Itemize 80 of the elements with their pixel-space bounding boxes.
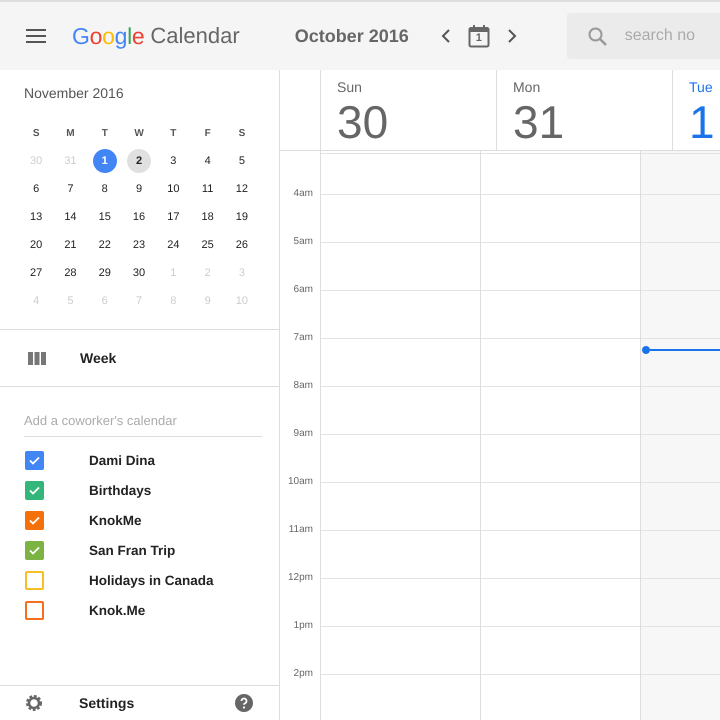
mini-calendar-day[interactable]: 23: [127, 233, 152, 257]
hour-label: 5am: [294, 235, 314, 249]
settings-icon[interactable]: [25, 694, 43, 712]
weekday-label: S: [32, 128, 40, 138]
calendar-name: Knok.Me: [89, 602, 146, 618]
hour-label: 11am: [288, 523, 314, 537]
mini-calendar-day[interactable]: 6: [24, 177, 48, 201]
hour-label: 7am: [294, 331, 314, 345]
mini-calendar-day[interactable]: 20: [24, 233, 48, 257]
mini-calendar-day[interactable]: 2: [127, 149, 152, 173]
search-icon: [588, 26, 607, 46]
weekday-label: T: [170, 128, 176, 138]
today-button[interactable]: 1: [468, 24, 490, 48]
mini-calendar-day[interactable]: 16: [127, 205, 152, 229]
weekday-label: F: [204, 128, 211, 138]
help-icon[interactable]: [235, 694, 253, 712]
mini-calendar-day[interactable]: 26: [230, 233, 254, 257]
check-icon: [29, 456, 40, 464]
mini-calendar-day[interactable]: 22: [92, 233, 117, 257]
check-icon: [29, 546, 40, 554]
hour-label: 10am: [288, 475, 314, 489]
mini-calendar-day[interactable]: 7: [58, 177, 82, 201]
mini-calendar-day[interactable]: 18: [196, 205, 220, 229]
mini-calendar-day[interactable]: 17: [161, 205, 186, 229]
mini-calendar-day[interactable]: 1: [92, 149, 117, 173]
mini-calendar-day[interactable]: 25: [196, 233, 220, 257]
current-period: October 2016: [294, 26, 409, 46]
mini-calendar-day[interactable]: 5: [230, 149, 254, 173]
hour-label: 6am: [294, 283, 314, 297]
day-header[interactable]: Sun 30: [321, 70, 497, 150]
week-view-icon: [28, 352, 46, 364]
hour-label: 2pm: [294, 667, 314, 681]
mini-calendar-day[interactable]: 9: [127, 177, 152, 201]
mini-calendar-day[interactable]: 29: [92, 261, 117, 285]
mini-calendar-day[interactable]: 12: [230, 177, 254, 201]
mini-calendar-title: November 2016: [24, 85, 125, 103]
mini-calendar-day[interactable]: 28: [58, 261, 82, 285]
weekday-label: T: [102, 128, 108, 138]
check-icon: [29, 486, 40, 494]
previous-icon[interactable]: [440, 29, 450, 43]
weekday-label: S: [238, 128, 246, 138]
settings-button[interactable]: Settings: [79, 695, 134, 711]
mini-calendar-day[interactable]: 14: [58, 205, 82, 229]
menu-icon[interactable]: [26, 29, 46, 43]
calendar-checkbox[interactable]: [25, 450, 44, 470]
hour-label: 8am: [294, 379, 314, 393]
mini-calendar-day[interactable]: 27: [24, 261, 48, 285]
mini-calendar-day[interactable]: 30: [127, 261, 152, 285]
calendar-checkbox[interactable]: [25, 600, 44, 620]
weekday-label: M: [66, 128, 75, 138]
mini-calendar-day[interactable]: 4: [196, 149, 220, 173]
day-header[interactable]: Mon 31: [497, 70, 673, 150]
mini-calendar-day[interactable]: 24: [161, 233, 186, 257]
calendar-checkbox[interactable]: [25, 510, 44, 530]
check-icon: [29, 516, 40, 524]
mini-calendar-day[interactable]: 15: [92, 205, 117, 229]
calendar-name: Dami Dina: [89, 452, 156, 468]
calendar-checkbox[interactable]: [25, 570, 44, 590]
hour-label: 1pm: [294, 619, 314, 633]
mini-calendar-day[interactable]: 10: [161, 177, 186, 201]
day-header[interactable]: Tue 1: [673, 70, 720, 150]
next-icon[interactable]: [508, 29, 517, 43]
mini-calendar-day[interactable]: 3: [161, 149, 186, 173]
mini-calendar-day[interactable]: 11: [196, 177, 220, 201]
calendar-name: Holidays in Canada: [89, 572, 214, 588]
mini-calendar-day[interactable]: 21: [58, 233, 82, 257]
hour-label: 9am: [294, 427, 314, 441]
product-name: Calendar: [150, 23, 240, 49]
mini-calendar-day[interactable]: 8: [92, 177, 117, 201]
calendar-name: KnokMe: [89, 512, 142, 528]
mini-calendar-day[interactable]: 13: [24, 205, 48, 229]
calendar-name: San Fran Trip: [89, 542, 176, 558]
weekday-label: W: [134, 128, 144, 138]
google-logo: Google: [72, 22, 144, 50]
mini-calendar-day[interactable]: 19: [230, 205, 254, 229]
hour-label: 4am: [294, 187, 314, 201]
calendar-checkbox[interactable]: [25, 480, 44, 500]
calendar-name: Birthdays: [89, 482, 152, 498]
hour-label: 12pm: [288, 571, 314, 585]
calendar-checkbox[interactable]: [25, 540, 44, 560]
